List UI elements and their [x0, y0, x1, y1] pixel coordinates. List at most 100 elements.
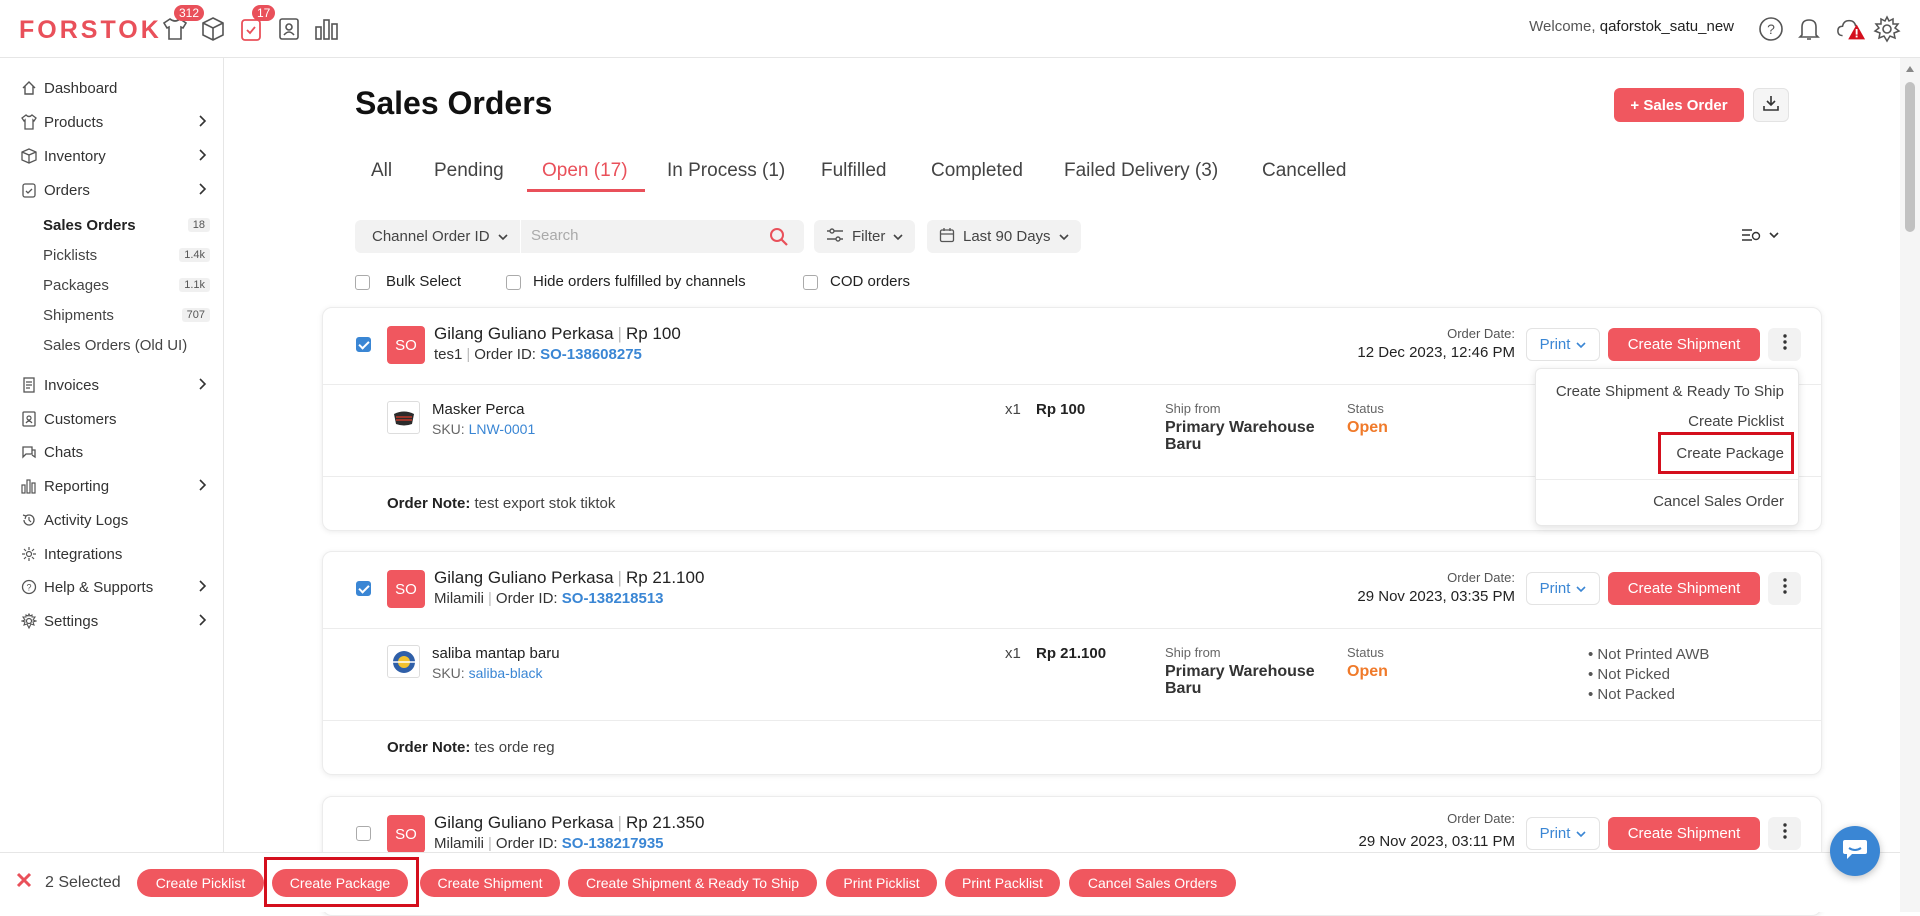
- orders-clipboard-icon[interactable]: 17: [236, 5, 276, 44]
- sidebar-subitem-picklists[interactable]: Picklists 1.4k: [43, 242, 210, 268]
- customer-name[interactable]: Gilang Guliano Perkasa: [434, 324, 614, 343]
- sidebar-item-customers[interactable]: Customers: [0, 404, 224, 434]
- notification-bell-icon[interactable]: [1794, 14, 1824, 44]
- tab-all[interactable]: All: [371, 160, 392, 182]
- bulk-create-picklist-button[interactable]: Create Picklist: [137, 869, 264, 897]
- tab-open[interactable]: Open (17): [542, 160, 628, 182]
- customer-name[interactable]: Gilang Guliano Perkasa: [434, 568, 614, 587]
- print-dropdown-button[interactable]: Print: [1526, 328, 1600, 361]
- customers-contact-icon[interactable]: [274, 14, 304, 44]
- inventory-box-icon[interactable]: [198, 14, 228, 44]
- product-name[interactable]: saliba mantap baru: [432, 645, 560, 662]
- sidebar-item-inventory[interactable]: Inventory: [0, 141, 224, 171]
- settings-gear-icon[interactable]: [1872, 14, 1902, 44]
- menu-item-cancel-sales-order[interactable]: Cancel Sales Order: [1653, 493, 1784, 510]
- bulk-create-shipment-button[interactable]: Create Shipment: [420, 869, 560, 897]
- create-shipment-button[interactable]: Create Shipment: [1608, 817, 1760, 850]
- create-shipment-button[interactable]: Create Shipment: [1608, 572, 1760, 605]
- username[interactable]: qaforstok_satu_new: [1600, 18, 1734, 35]
- sku-link[interactable]: LNW-0001: [469, 421, 536, 437]
- print-dropdown-button[interactable]: Print: [1526, 572, 1600, 605]
- bulk-create-shipment-ready-to-ship-button[interactable]: Create Shipment & Ready To Ship: [568, 869, 817, 897]
- ship-from-label: Ship from: [1165, 645, 1221, 660]
- sidebar-item-products[interactable]: Products: [0, 107, 224, 137]
- more-actions-button[interactable]: [1768, 572, 1801, 605]
- order-id-link[interactable]: SO-138218513: [562, 590, 664, 607]
- tab-pending[interactable]: Pending: [434, 160, 504, 182]
- sku-link[interactable]: saliba-black: [469, 665, 543, 681]
- cod-orders-checkbox[interactable]: [803, 275, 818, 290]
- ship-from-warehouse: Primary Warehouse Baru: [1165, 419, 1315, 453]
- add-sales-order-button[interactable]: + Sales Order: [1614, 88, 1744, 122]
- order-select-checkbox[interactable]: [356, 337, 371, 352]
- sidebar-item-reporting[interactable]: Reporting: [0, 471, 224, 501]
- print-dropdown-button[interactable]: Print: [1526, 817, 1600, 850]
- create-shipment-button[interactable]: Create Shipment: [1608, 328, 1760, 361]
- alert-cloud-icon[interactable]: [1836, 14, 1866, 44]
- scroll-up-arrow[interactable]: [1906, 66, 1914, 72]
- forstok-logo[interactable]: FORSTOK: [19, 16, 162, 45]
- help-icon[interactable]: ?: [1756, 14, 1786, 44]
- tab-failed-delivery[interactable]: Failed Delivery (3): [1064, 160, 1218, 182]
- products-shirt-icon[interactable]: 312: [160, 5, 205, 44]
- sidebar-item-help[interactable]: ? Help & Supports: [0, 572, 224, 602]
- date-range-button[interactable]: Last 90 Days: [927, 220, 1081, 253]
- order-select-checkbox[interactable]: [356, 826, 371, 841]
- chat-widget-button[interactable]: [1830, 826, 1880, 876]
- menu-item-create-picklist[interactable]: Create Picklist: [1688, 413, 1784, 430]
- sidebar-item-integrations[interactable]: Integrations: [0, 539, 224, 569]
- order-select-checkbox[interactable]: [356, 581, 371, 596]
- page-title: Sales Orders: [355, 85, 553, 121]
- close-icon[interactable]: [15, 871, 33, 894]
- chevron-down-icon: [1576, 580, 1586, 597]
- highlight-bulk-create-package: [264, 857, 419, 907]
- subitem-label: Shipments: [43, 306, 114, 324]
- bulk-print-packlist-button[interactable]: Print Packlist: [945, 869, 1060, 897]
- subitem-count-badge: 707: [181, 308, 210, 322]
- filter-label: Filter: [852, 228, 886, 245]
- menu-item-create-shipment-ready-to-ship[interactable]: Create Shipment & Ready To Ship: [1556, 383, 1784, 400]
- subitem-count-badge: 1.4k: [179, 248, 210, 262]
- order-note: Order Note: test export stok tiktok: [387, 495, 615, 512]
- tab-in-process[interactable]: In Process (1): [667, 160, 785, 182]
- sidebar-item-chats[interactable]: Chats: [0, 437, 224, 467]
- download-icon: [1762, 94, 1780, 117]
- sidebar-subitem-sales-orders-old-ui[interactable]: Sales Orders (Old UI): [43, 332, 210, 358]
- sidebar-subitem-packages[interactable]: Packages 1.1k: [43, 272, 210, 298]
- sidebar-item-activity-logs[interactable]: Activity Logs: [0, 505, 224, 535]
- sidebar-label: Settings: [44, 612, 99, 630]
- customer-name[interactable]: Gilang Guliano Perkasa: [434, 813, 614, 832]
- download-button[interactable]: [1753, 88, 1789, 122]
- sidebar-item-invoices[interactable]: Invoices: [0, 370, 224, 400]
- tab-completed[interactable]: Completed: [931, 160, 1023, 182]
- reporting-bar-chart-icon[interactable]: [312, 14, 342, 44]
- bulk-cancel-sales-orders-button[interactable]: Cancel Sales Orders: [1069, 869, 1236, 897]
- sidebar-item-orders[interactable]: Orders: [0, 175, 224, 205]
- sidebar-subitem-shipments[interactable]: Shipments 707: [43, 302, 210, 328]
- sidebar-item-dashboard[interactable]: Dashboard: [0, 73, 224, 103]
- order-id-link[interactable]: SO-138217935: [562, 835, 664, 852]
- more-actions-button[interactable]: [1768, 328, 1801, 361]
- page-scrollbar[interactable]: [1900, 58, 1920, 912]
- tab-cancelled[interactable]: Cancelled: [1262, 160, 1347, 182]
- filter-button[interactable]: Filter: [814, 220, 916, 253]
- more-actions-button[interactable]: [1768, 817, 1801, 850]
- tab-fulfilled[interactable]: Fulfilled: [821, 160, 886, 182]
- order-sub-line: tes1 | Order ID: SO-138608275: [434, 346, 642, 363]
- sidebar-label: Inventory: [44, 147, 106, 165]
- top-bar: FORSTOK 312 17 Welcome, qaforstok_satu_n…: [0, 0, 1920, 58]
- search-field-select[interactable]: Channel Order ID: [355, 220, 520, 253]
- search-icon[interactable]: [769, 227, 789, 252]
- sidebar-subitem-sales-orders[interactable]: Sales Orders 18: [43, 212, 210, 238]
- hide-fulfilled-checkbox[interactable]: [506, 275, 521, 290]
- bulk-select-checkbox[interactable]: [355, 275, 370, 290]
- search-input[interactable]: [531, 227, 761, 244]
- product-name[interactable]: Masker Perca: [432, 401, 525, 418]
- chevron-down-icon: [1576, 825, 1586, 842]
- order-id-link[interactable]: SO-138608275: [540, 346, 642, 363]
- customer-name-line: Gilang Guliano Perkasa | Rp 21.100: [434, 568, 705, 587]
- view-options-button[interactable]: [1740, 226, 1782, 249]
- scrollbar-thumb[interactable]: [1905, 82, 1915, 232]
- sidebar-item-settings[interactable]: Settings: [0, 606, 224, 636]
- bulk-print-picklist-button[interactable]: Print Picklist: [826, 869, 937, 897]
